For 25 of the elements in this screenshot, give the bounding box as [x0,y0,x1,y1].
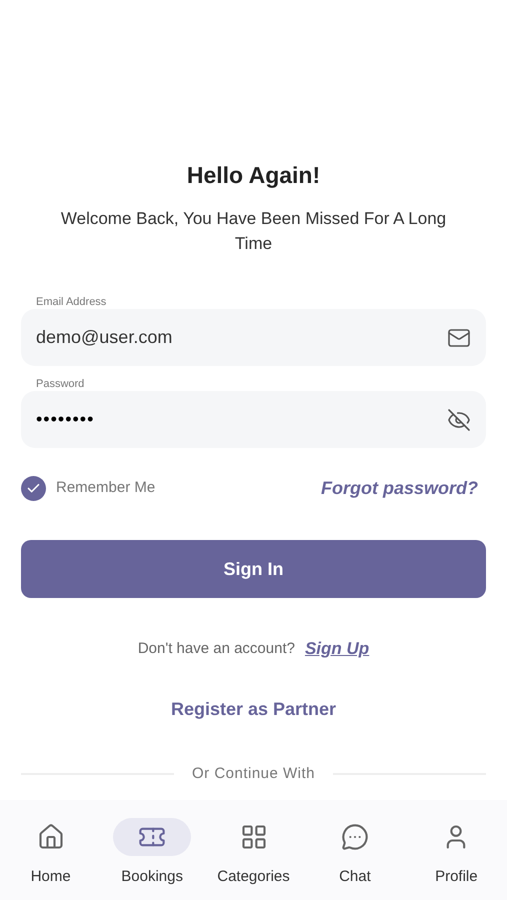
chat-bubble-icon [340,823,369,851]
home-icon [36,823,65,851]
signup-prompt: Don't have an account? [138,638,295,658]
email-field[interactable]: demo@user.com [21,309,486,366]
nav-tab[interactable]: Home [0,818,102,888]
grid-icon [240,823,268,851]
sign-up-link[interactable]: Sign Up [304,636,370,662]
field-label: Email Address [36,296,108,309]
remember-label: Remember Me [56,478,156,498]
field-value: •••••••• [36,408,96,431]
field-label: Password [36,378,86,391]
register-partner-link[interactable]: Register as Partner [170,696,336,722]
sign-in-button[interactable]: Sign In [21,540,486,598]
nav-tab[interactable]: Categories [202,818,304,888]
divider-text: Or Continue With [192,764,316,784]
password-field[interactable]: •••••••• [21,391,486,448]
subtitle: Welcome Back, You Have Been Missed For A Long Time [60,208,448,255]
eye-off-icon[interactable] [447,408,471,432]
field-value: demo@user.com [36,326,174,349]
nav-tab[interactable]: Bookings [101,818,203,888]
forgot-password-link[interactable]: Forgot password? [321,475,478,502]
nav-tab[interactable]: Profile [406,818,507,888]
nav-tab[interactable]: Chat [304,818,406,888]
checkbox[interactable] [21,476,46,501]
title: Hello Again! [186,161,320,190]
